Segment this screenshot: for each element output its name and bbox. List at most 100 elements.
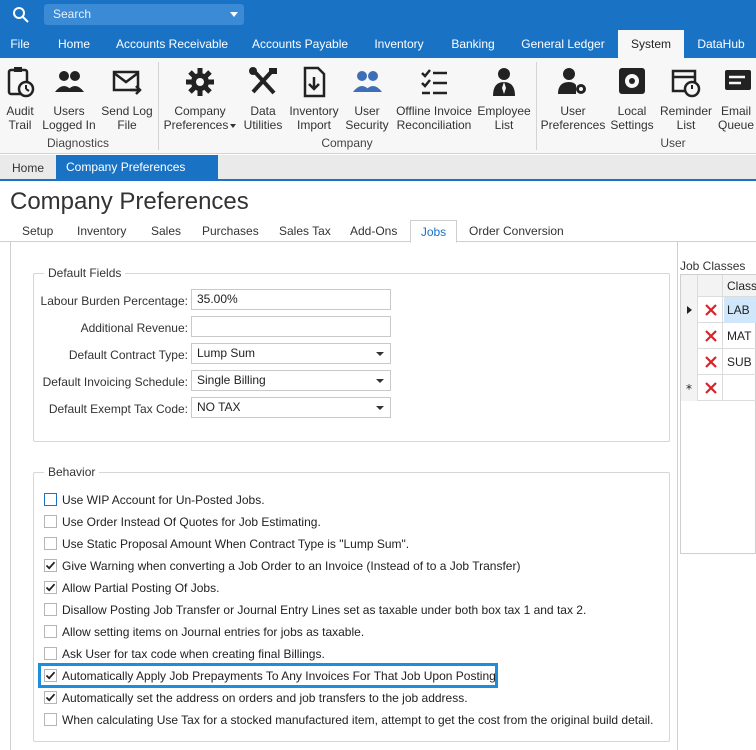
delete-row-button[interactable] [699,375,723,401]
delete-row-button[interactable] [699,323,723,349]
tab-order-conversion[interactable]: Order Conversion [469,220,564,242]
dropdown-caret-icon[interactable] [230,123,237,128]
user-security-button[interactable]: User Security [342,66,392,132]
group-diagnostics: Diagnostics [46,136,110,150]
menu-accounts-payable[interactable]: Accounts Payable [242,30,358,58]
users-icon [55,71,84,92]
checkbox[interactable] [44,713,57,726]
tab-sales[interactable]: Sales [151,220,181,242]
additional-revenue-input[interactable] [191,316,391,337]
checkbox[interactable] [44,603,57,616]
contract-type-select[interactable]: Lump Sum [191,343,391,364]
title-bar: Search File Home Accounts Receivable Acc… [0,0,756,58]
send-log-file-label-2: File [117,118,137,132]
tab-setup[interactable]: Setup [22,220,53,242]
users-logged-in-button[interactable]: Users Logged In [40,66,98,132]
menu-datahub[interactable]: DataHub [688,30,754,58]
tab-inventory[interactable]: Inventory [77,220,126,242]
search-icon[interactable] [12,6,30,24]
send-log-file-button[interactable]: Send Log File [100,66,154,132]
job-class-cell[interactable]: SUB [724,349,756,375]
company-preferences-button[interactable]: Company Preferences [162,66,238,132]
exempt-tax-label: Default Exempt Tax Code: [48,402,188,416]
users-logged-in-label-2: Logged In [42,118,96,132]
new-row[interactable]: * [681,375,756,401]
tab-jobs[interactable]: Jobs [410,220,457,243]
row-selector[interactable]: * [681,375,698,401]
checkbox[interactable] [44,559,57,572]
menu-home[interactable]: Home [46,30,102,58]
grid-header-classification[interactable]: Classi [724,275,756,297]
local-settings-button[interactable]: Local Settings [608,66,656,132]
audit-trail-label-2: Trail [8,118,32,132]
user-security-label-2: Security [345,118,389,132]
email-queue-button[interactable]: Email Queue [716,66,756,132]
checkbox[interactable] [44,625,57,638]
checkbox[interactable] [44,581,57,594]
tab-purchases[interactable]: Purchases [202,220,259,242]
user-security-icon [353,71,382,92]
tab-add-ons[interactable]: Add-Ons [350,220,397,242]
company-preferences-label-2-text: Preferences [163,118,229,132]
offline-invoice-label-1: Offline Invoice [396,104,472,118]
chevron-down-icon[interactable] [376,406,384,410]
job-class-cell[interactable]: LAB [724,297,756,323]
checkbox-label: Allow setting items on Journal entries f… [62,625,365,639]
checkbox[interactable] [44,493,57,506]
table-row[interactable]: MAT [681,323,756,349]
new-job-class-cell[interactable] [724,375,756,401]
reminder-list-button[interactable]: Reminder List [658,66,714,132]
checkbox[interactable] [44,691,57,704]
inventory-import-button[interactable]: Inventory Import [288,66,340,132]
new-row-asterisk-icon: * [686,382,692,396]
job-class-cell[interactable]: MAT [724,323,756,349]
exempt-tax-select[interactable]: NO TAX [191,397,391,418]
menu-file[interactable]: File [0,30,40,58]
menu-banking[interactable]: Banking [440,30,506,58]
chevron-down-icon[interactable] [376,379,384,383]
chevron-down-icon[interactable] [230,12,238,17]
menu-system[interactable]: System [618,30,684,58]
table-row[interactable]: LAB [681,297,756,323]
menu-inventory[interactable]: Inventory [364,30,434,58]
row-selector[interactable] [681,323,698,349]
chevron-down-icon[interactable] [376,352,384,356]
job-classes-title: Job Classes [680,259,746,273]
menu-general-ledger[interactable]: General Ledger [512,30,614,58]
delete-x-icon [705,356,717,368]
reminder-list-label-1: Reminder [659,104,713,118]
document-import-icon [303,66,326,98]
offline-invoice-reconciliation-button[interactable]: Offline Invoice Reconciliation [394,66,474,132]
search-input[interactable]: Search [44,4,244,25]
tab-sales-tax[interactable]: Sales Tax [279,220,331,242]
clipboard-clock-icon [7,67,35,98]
invoicing-schedule-select[interactable]: Single Billing [191,370,391,391]
contract-type-label: Default Contract Type: [68,348,188,362]
row-selector[interactable] [681,349,698,375]
envelope-arrow-icon [112,70,142,95]
checkbox-label: Use Static Proposal Amount When Contract… [62,537,410,551]
user-gear-icon [558,68,586,94]
doc-tab-home[interactable]: Home [2,157,54,179]
table-row[interactable]: SUB [681,349,756,375]
document-tabs: Home Company Preferences✕ [0,155,756,199]
user-preferences-label-1: User [560,104,586,118]
delete-row-button[interactable] [699,297,723,323]
checkbox[interactable] [44,515,57,528]
default-fields-title: Default Fields [44,266,126,280]
user-preferences-button[interactable]: User Preferences [540,66,606,132]
company-preferences-label-2: Preferences [162,118,238,132]
delete-row-button[interactable] [699,349,723,375]
menu-accounts-receivable[interactable]: Accounts Receivable [108,30,236,58]
inventory-import-label-2: Import [296,118,331,132]
doc-tab-company-preferences[interactable]: Company Preferences✕ [56,155,218,199]
invoicing-schedule-value: Single Billing [197,373,266,387]
row-selector[interactable] [681,297,698,323]
data-utilities-button[interactable]: Data Utilities [240,66,286,132]
audit-trail-button[interactable]: Audit Trail [2,66,38,132]
employee-list-button[interactable]: Employee List [476,66,532,132]
checkbox[interactable] [44,647,57,660]
checkbox[interactable] [44,537,57,550]
checkbox-label: Use Order Instead Of Quotes for Job Esti… [62,515,321,529]
labour-burden-input[interactable]: 35.00% [191,289,391,310]
